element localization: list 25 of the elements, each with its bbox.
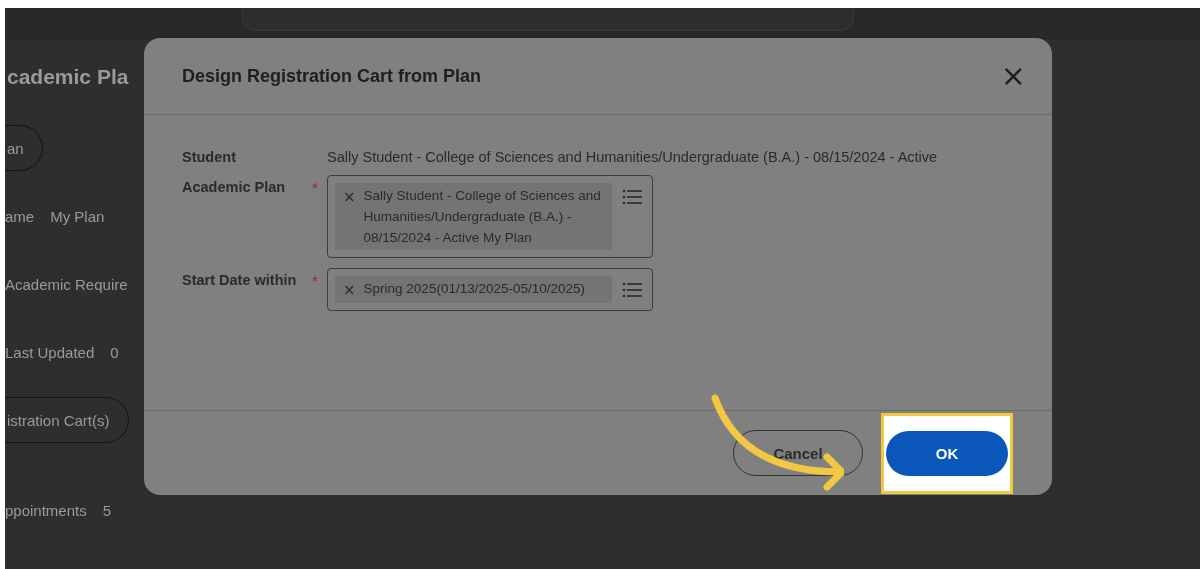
field-value: Sally Student - College of Sciences and Humanities/Undergraduate (B.A.) - 08/15/2024 - Active	[327, 148, 938, 165]
chip-text: Sally Student - College of Sciences and Humanities/Undergraduate (B.A.) - 08/15/2024 - Active My Plan	[363, 187, 602, 247]
remove-button[interactable]: ×	[343, 185, 356, 248]
list-icon[interactable]	[622, 282, 642, 298]
page-label: Academic Require	[5, 275, 128, 293]
field-label: Academic Plan	[182, 178, 287, 195]
dialog-title: Design Registration Cart from Plan	[182, 65, 482, 87]
required-asterisk: *	[312, 178, 319, 196]
page-label: Last Updated	[5, 343, 95, 361]
page-label: ppointments	[5, 501, 87, 519]
page-label: ame	[5, 207, 35, 225]
close-button[interactable]: ×	[1000, 61, 1026, 91]
page-title: cademic Pla	[6, 63, 130, 90]
list-icon[interactable]	[622, 189, 642, 205]
page-value: 5	[102, 501, 112, 519]
remove-button[interactable]: ×	[343, 278, 356, 301]
required-asterisk: *	[312, 271, 319, 289]
prompt-field[interactable]: × Spring 2025(01/13/2025-05/10/2025)	[327, 268, 653, 311]
field-label: Start Date within	[182, 271, 298, 288]
page-value: 0	[110, 343, 119, 361]
prompt-field[interactable]: × Sally Student - College of Sciences and Humanities/Undergraduate (B.A.) - 08/15/2024 - Active My Plan	[327, 175, 653, 258]
field-label: Student	[182, 148, 237, 165]
page-value: My Plan	[50, 207, 105, 225]
ok-button[interactable]: OK	[886, 430, 1008, 476]
chip-text: Spring 2025(01/13/2025-05/10/2025)	[363, 280, 585, 298]
